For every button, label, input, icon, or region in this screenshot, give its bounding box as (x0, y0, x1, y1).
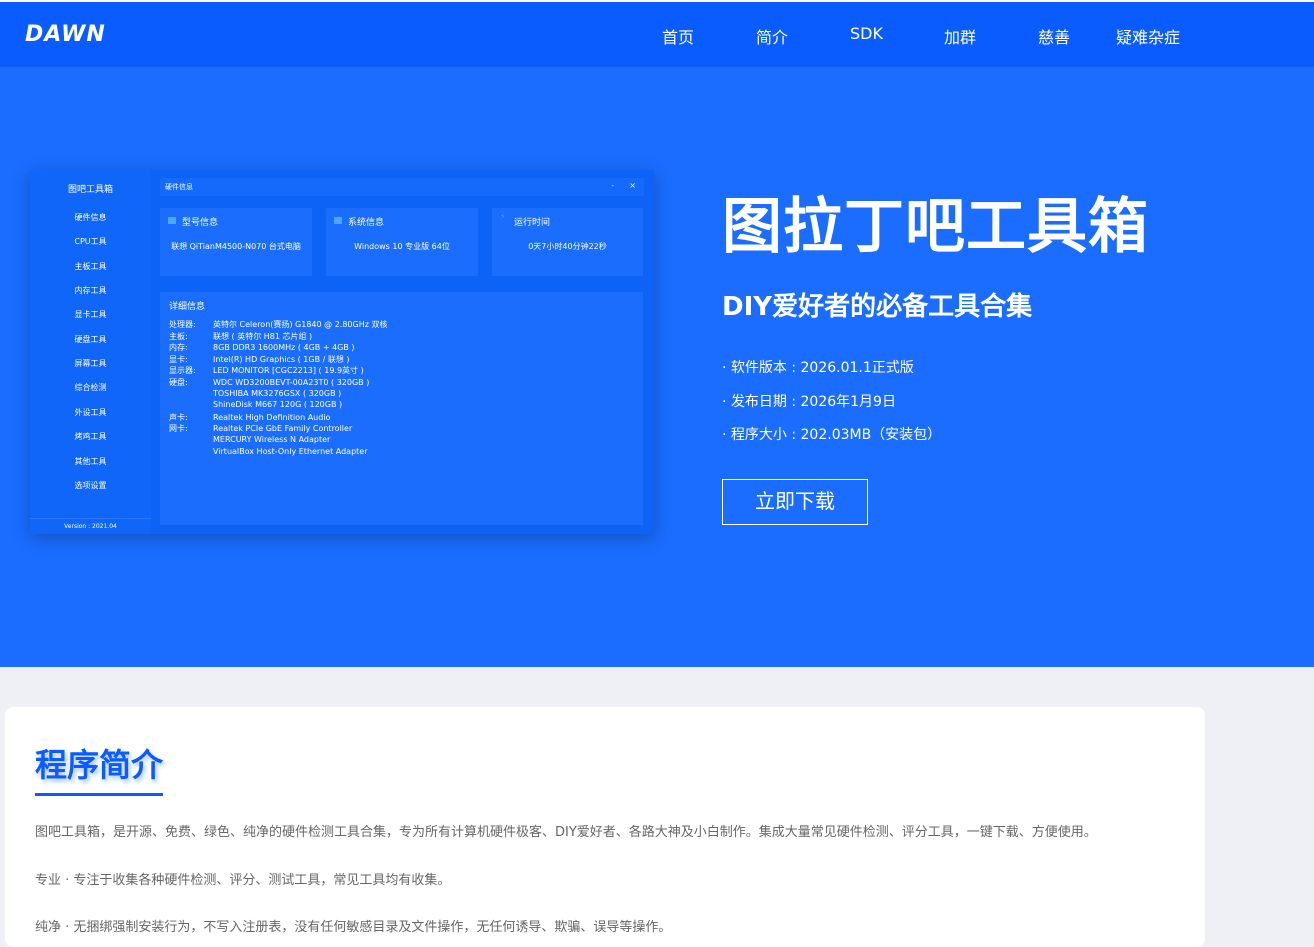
card-title: 型号信息 (182, 215, 218, 228)
detail-label: 硬盘: (169, 377, 213, 388)
detail-value: ShineDisk M667 120G ( 120GB ) (213, 400, 342, 409)
app-menu-item: 硬盘工具 (30, 334, 151, 345)
detail-value: 英特尔 Celeron(赛扬) G1840 @ 2.80GHz 双核 (213, 320, 387, 329)
card-title: 运行时间 (514, 215, 550, 228)
close-icon: × (629, 181, 636, 190)
app-menu-item: 综合检测 (30, 382, 151, 393)
detail-label: 主板: (169, 331, 213, 342)
nav-charity[interactable]: 慈善 (1038, 24, 1070, 48)
card-value: Windows 10 专业版 64位 (326, 241, 478, 252)
logo[interactable]: DAWN (25, 22, 106, 47)
windows-icon (334, 217, 342, 224)
detail-value: Intel(R) HD Graphics ( 1GB / 联想 ) (213, 355, 350, 364)
card-value: 0天7小时40分钟22秒 (492, 241, 643, 252)
detail-row: 显卡:Intel(R) HD Graphics ( 1GB / 联想 ) (169, 354, 350, 365)
system-card: 系统信息 Windows 10 专业版 64位 (326, 208, 478, 276)
detail-value: VirtualBox Host-Only Ethernet Adapter (213, 447, 368, 456)
detail-row: 主板:联想 ( 英特尔 H81 芯片组 ) (169, 331, 312, 342)
detail-panel: 详细信息 处理器:英特尔 Celeron(赛扬) G1840 @ 2.80GHz… (160, 292, 643, 525)
detail-label: 显卡: (169, 354, 213, 365)
app-screenshot: 图吧工具箱 硬件信息 CPU工具 主板工具 内存工具 显卡工具 硬盘工具 屏幕工… (30, 170, 654, 534)
app-menu-item: 选项设置 (30, 480, 151, 491)
detail-label: 显示器: (169, 365, 213, 376)
app-menu-item: 内存工具 (30, 285, 151, 296)
app-sidebar: 图吧工具箱 硬件信息 CPU工具 主板工具 内存工具 显卡工具 硬盘工具 屏幕工… (30, 170, 151, 534)
detail-row: VirtualBox Host-Only Ethernet Adapter (169, 447, 368, 458)
top-nav: DAWN 首页 简介 SDK 加群 慈善 疑难杂症 (0, 0, 1314, 67)
detail-label: 网卡: (169, 423, 213, 434)
detail-row: 内存:8GB DDR3 1600MHz ( 4GB + 4GB ) (169, 342, 355, 353)
app-menu-item: 其他工具 (30, 456, 151, 467)
app-menu-item: 硬件信息 (30, 212, 151, 223)
window-title: 硬件信息 (165, 182, 193, 192)
model-card: 型号信息 联想 QiTianM4500-N070 台式电脑 (160, 208, 312, 276)
detail-row: 处理器:英特尔 Celeron(赛扬) G1840 @ 2.80GHz 双核 (169, 319, 387, 330)
detail-label: 内存: (169, 342, 213, 353)
program-size: · 程序大小 : 202.03MB（安装包） (722, 424, 941, 444)
intro-paragraph: 专业 · 专注于收集各种硬件检测、评分、测试工具，常见工具均有收集。 (35, 869, 450, 888)
monitor-icon (168, 217, 176, 224)
nav-intro[interactable]: 简介 (756, 24, 788, 48)
detail-value: TOSHIBA MK3276GSX ( 320GB ) (213, 389, 341, 398)
intro-title: 程序简介 (35, 740, 163, 786)
intro-section: 程序简介 图吧工具箱，是开源、免费、绿色、纯净的硬件检测工具合集，专为所有计算机… (5, 707, 1205, 947)
app-menu-item: 主板工具 (30, 261, 151, 272)
detail-row: 显示器:LED MONITOR [CGC2213] ( 19.9英寸 ) (169, 365, 364, 376)
detail-value: 联想 ( 英特尔 H81 芯片组 ) (213, 332, 312, 341)
app-menu-item: 显卡工具 (30, 309, 151, 320)
detail-label: 处理器: (169, 319, 213, 330)
nav-home[interactable]: 首页 (662, 24, 694, 48)
intro-paragraph: 图吧工具箱，是开源、免费、绿色、纯净的硬件检测工具合集，专为所有计算机硬件极客、… (35, 821, 1097, 840)
release-date: · 发布日期 : 2026年1月9日 (722, 391, 896, 411)
card-title: 系统信息 (348, 215, 384, 228)
app-version: Version : 2021.04 (30, 518, 151, 530)
detail-row: TOSHIBA MK3276GSX ( 320GB ) (169, 389, 341, 400)
app-title: 图吧工具箱 (30, 182, 151, 195)
detail-row: 硬盘:WDC WD3200BEVT-00A23T0 ( 320GB ) (169, 377, 369, 388)
hero-title: 图拉丁吧工具箱 (722, 178, 1149, 265)
detail-row: ShineDisk M667 120G ( 120GB ) (169, 400, 342, 411)
app-titlebar: 硬件信息 - × (160, 178, 644, 196)
version-info: · 软件版本 : 2026.01.1正式版 (722, 357, 914, 377)
detail-label: 声卡: (169, 412, 213, 423)
app-menu-item: 屏幕工具 (30, 358, 151, 369)
hero-subtitle: DIY爱好者的必备工具合集 (722, 286, 1032, 323)
app-menu-item: 烤鸡工具 (30, 431, 151, 442)
detail-title: 详细信息 (169, 299, 205, 312)
detail-value: Realtek PCIe GbE Family Controller (213, 424, 352, 433)
detail-value: MERCURY Wireless N Adapter (213, 435, 330, 444)
minimize-icon: - (611, 181, 614, 190)
card-value: 联想 QiTianM4500-N070 台式电脑 (160, 241, 312, 252)
detail-row: 声卡:Realtek High Definition Audio (169, 412, 330, 423)
nav-faq[interactable]: 疑难杂症 (1116, 24, 1180, 48)
detail-value: WDC WD3200BEVT-00A23T0 ( 320GB ) (213, 378, 369, 387)
title-underline (35, 793, 163, 796)
download-button[interactable]: 立即下载 (722, 479, 868, 525)
uptime-card: ⚡ 运行时间 0天7小时40分钟22秒 (492, 208, 643, 276)
detail-row: MERCURY Wireless N Adapter (169, 435, 330, 446)
app-menu-item: 外设工具 (30, 407, 151, 418)
detail-value: 8GB DDR3 1600MHz ( 4GB + 4GB ) (213, 343, 355, 352)
pulse-icon: ⚡ (500, 212, 508, 219)
detail-value: Realtek High Definition Audio (213, 413, 330, 422)
intro-paragraph: 纯净 · 无捆绑强制安装行为，不写入注册表，没有任何敏感目录及文件操作，无任何诱… (35, 916, 671, 935)
app-menu-item: CPU工具 (30, 236, 151, 247)
detail-value: LED MONITOR [CGC2213] ( 19.9英寸 ) (213, 366, 364, 375)
nav-sdk[interactable]: SDK (850, 24, 883, 43)
nav-group[interactable]: 加群 (944, 24, 976, 48)
detail-row: 网卡:Realtek PCIe GbE Family Controller (169, 423, 352, 434)
